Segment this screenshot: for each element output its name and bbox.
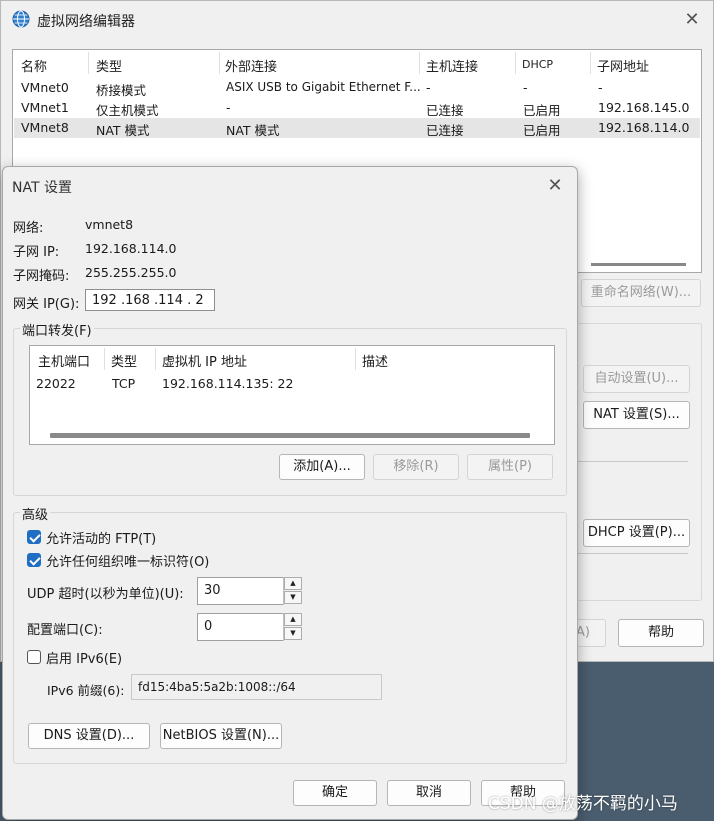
globe-icon [12, 10, 30, 28]
rename-network-button[interactable]: 重命名网络(W)... [581, 279, 701, 307]
gateway-label: 网关 IP(G): [13, 297, 80, 312]
enable-ipv6-label[interactable]: 启用 IPv6(E) [46, 648, 122, 667]
subnet-mask-label: 子网掩码: [13, 269, 70, 284]
remove-button[interactable]: 移除(R) [373, 454, 459, 480]
table-cell: 仅主机模式 [96, 103, 159, 118]
subnet-ip-label: 子网 IP: [13, 245, 60, 260]
table-row[interactable]: VMnet0 桥接模式 ASIX USB to Gigabit Ethernet… [14, 78, 700, 98]
subnet-ip-value: 192.168.114.0 [85, 241, 177, 256]
window-title: 虚拟网络编辑器 [37, 14, 135, 30]
table-cell: ASIX USB to Gigabit Ethernet F... [226, 80, 421, 94]
ipv6-prefix-input: fd15:4ba5:5a2b:1008::/64 [131, 674, 382, 700]
column-header[interactable]: 外部连接 [225, 56, 277, 75]
port-forward-table[interactable]: 主机端口 类型 虚拟机 IP 地址 描述 22022 TCP 192.168.1… [29, 345, 555, 445]
allow-ftp-checkbox[interactable] [27, 530, 41, 544]
table-row-selected[interactable]: VMnet8 NAT 模式 NAT 模式 已连接 已启用 192.168.114… [14, 118, 700, 138]
column-header[interactable]: 子网地址 [597, 56, 649, 75]
dhcp-settings-button[interactable]: DHCP 设置(P)... [583, 519, 690, 547]
udp-timeout-input[interactable]: 30 [197, 577, 283, 605]
table-cell: 已连接 [426, 123, 464, 138]
spin-down-icon[interactable]: ▼ [284, 591, 302, 604]
allow-ftp-label[interactable]: 允许活动的 FTP(T) [46, 528, 156, 547]
horizontal-scrollbar[interactable] [591, 263, 686, 266]
table-row[interactable]: VMnet1 仅主机模式 - 已连接 已启用 192.168.145.0 [14, 98, 700, 118]
table-cell: 已启用 [523, 123, 561, 138]
horizontal-scrollbar[interactable] [50, 433, 530, 438]
enable-ipv6-checkbox[interactable] [27, 650, 41, 664]
column-header[interactable]: 名称 [21, 56, 47, 75]
dns-settings-button[interactable]: DNS 设置(D)... [28, 723, 150, 749]
nat-settings-dialog: NAT 设置 ✕ 网络: vmnet8 子网 IP: 192.168.114.0… [2, 166, 578, 820]
watermark: CSDN @放荡不羁的小马 [488, 794, 678, 814]
title-bar: 虚拟网络编辑器 ✕ [1, 1, 713, 39]
divider [578, 553, 688, 554]
close-icon[interactable]: ✕ [545, 176, 565, 196]
table-cell: 192.168.145.0 [598, 100, 690, 115]
table-cell: 192.168.114.135: 22 [162, 376, 294, 391]
spin-down-icon[interactable]: ▼ [284, 627, 302, 640]
cancel-button[interactable]: 取消 [387, 780, 471, 806]
table-cell: VMnet0 [21, 80, 69, 95]
ok-button[interactable]: 确定 [293, 780, 377, 806]
table-cell: 桥接模式 [96, 83, 147, 98]
column-header[interactable]: 主机端口 [38, 351, 90, 370]
table-cell: - [598, 80, 603, 95]
allow-oui-checkbox[interactable] [27, 553, 41, 567]
table-cell: VMnet8 [21, 120, 69, 135]
table-cell: - [523, 80, 528, 95]
add-button[interactable]: 添加(A)... [279, 454, 365, 480]
network-label: 网络: [13, 221, 44, 236]
column-header[interactable]: 类型 [111, 351, 137, 370]
spin-up-icon[interactable]: ▲ [284, 577, 302, 590]
table-cell: NAT 模式 [226, 123, 280, 138]
table-cell: VMnet1 [21, 100, 69, 115]
subnet-mask-value: 255.255.255.0 [85, 265, 177, 280]
udp-timeout-spinner[interactable]: ▲ ▼ [283, 577, 302, 605]
column-header[interactable]: 虚拟机 IP 地址 [162, 351, 247, 370]
column-header[interactable]: 主机连接 [426, 56, 478, 75]
table-cell: 已连接 [426, 103, 464, 118]
config-port-spinner[interactable]: ▲ ▼ [283, 613, 302, 641]
advanced-group-label: 高级 [20, 504, 51, 523]
table-cell: - [226, 100, 231, 115]
table-cell: 已启用 [523, 103, 561, 118]
allow-oui-label[interactable]: 允许任何组织唯一标识符(O) [46, 551, 209, 570]
column-header[interactable]: 描述 [362, 351, 388, 370]
spin-up-icon[interactable]: ▲ [284, 613, 302, 626]
config-port-label: 配置端口(C): [27, 623, 103, 638]
help-button[interactable]: 帮助 [618, 619, 704, 647]
ipv6-prefix-label: IPv6 前缀(6): [47, 683, 125, 698]
table-cell: 22022 [36, 376, 76, 391]
netbios-settings-button[interactable]: NetBIOS 设置(N)... [160, 723, 282, 749]
network-value: vmnet8 [85, 217, 134, 232]
close-icon[interactable]: ✕ [682, 10, 702, 30]
port-forward-group-label: 端口转发(F) [20, 320, 94, 339]
table-cell: TCP [112, 376, 136, 391]
dialog-title: NAT 设置 [12, 180, 72, 196]
nat-settings-button[interactable]: NAT 设置(S)... [583, 401, 690, 429]
table-cell: NAT 模式 [96, 123, 150, 138]
network-list-header: 名称 类型 外部连接 主机连接 DHCP 子网地址 [13, 50, 701, 76]
udp-timeout-label: UDP 超时(以秒为单位)(U): [27, 587, 184, 602]
auto-settings-button[interactable]: 自动设置(U)... [583, 365, 690, 393]
properties-button[interactable]: 属性(P) [467, 454, 553, 480]
table-cell: - [426, 80, 431, 95]
divider [578, 461, 688, 462]
gateway-ip-input[interactable]: 192 .168 .114 . 2 [85, 289, 215, 311]
column-header[interactable]: DHCP [522, 58, 553, 71]
config-port-input[interactable]: 0 [197, 613, 283, 641]
table-cell: 192.168.114.0 [598, 120, 690, 135]
column-header[interactable]: 类型 [96, 56, 122, 75]
